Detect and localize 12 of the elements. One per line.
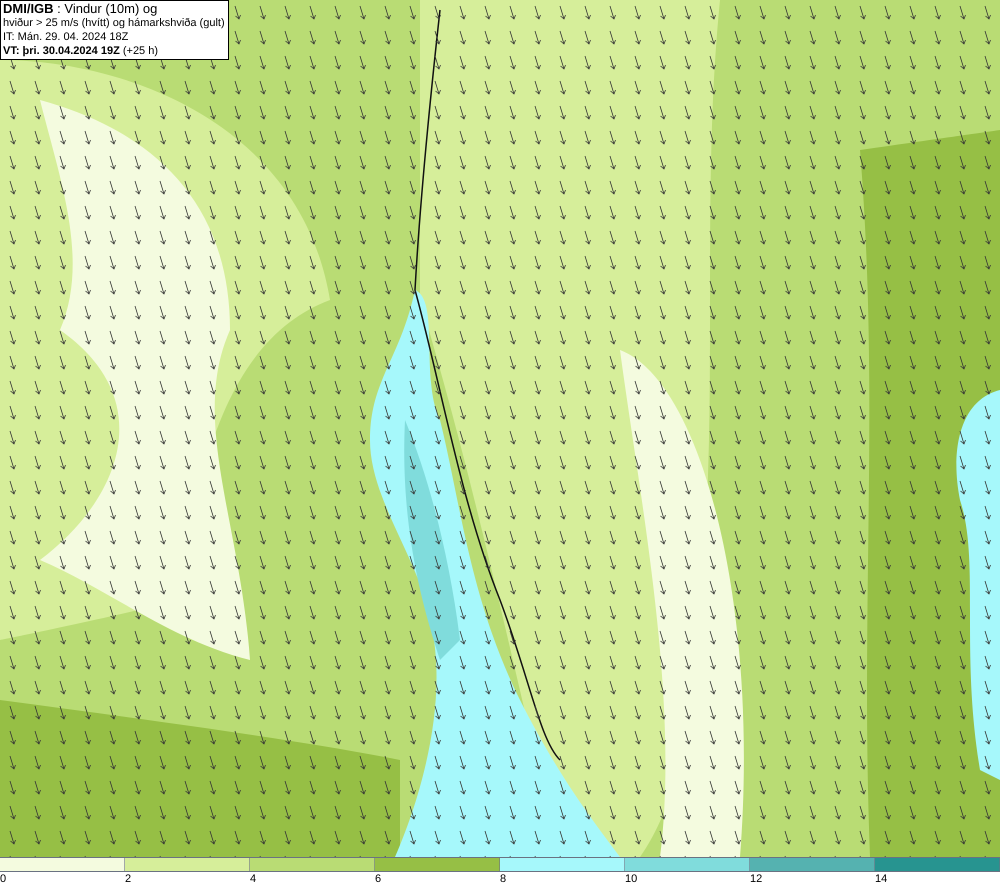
info-text: IT: Mán. 29. 04. 2024 18Z: [3, 30, 130, 44]
scale-tick-label: 6: [375, 873, 382, 885]
scale-tick-label: 0: [0, 873, 6, 885]
info-text: DMI/IGB : Vindur (10m) og: [3, 2, 158, 16]
info-text: VT: þri. 30.04.2024 19Z (+25 h): [3, 44, 160, 58]
scale-tick-label: 12: [750, 873, 762, 885]
scale-tick-label: 8: [500, 873, 506, 885]
scale-tick-label: 10: [625, 873, 638, 885]
scale-tick-label: 2: [125, 873, 132, 885]
scale-tick-label: 14: [875, 873, 888, 885]
info-text: hviður > 25 m/s (hvítt) og hámarkshviða (gult): [3, 16, 226, 30]
scale-tick-label: 4: [250, 873, 256, 885]
